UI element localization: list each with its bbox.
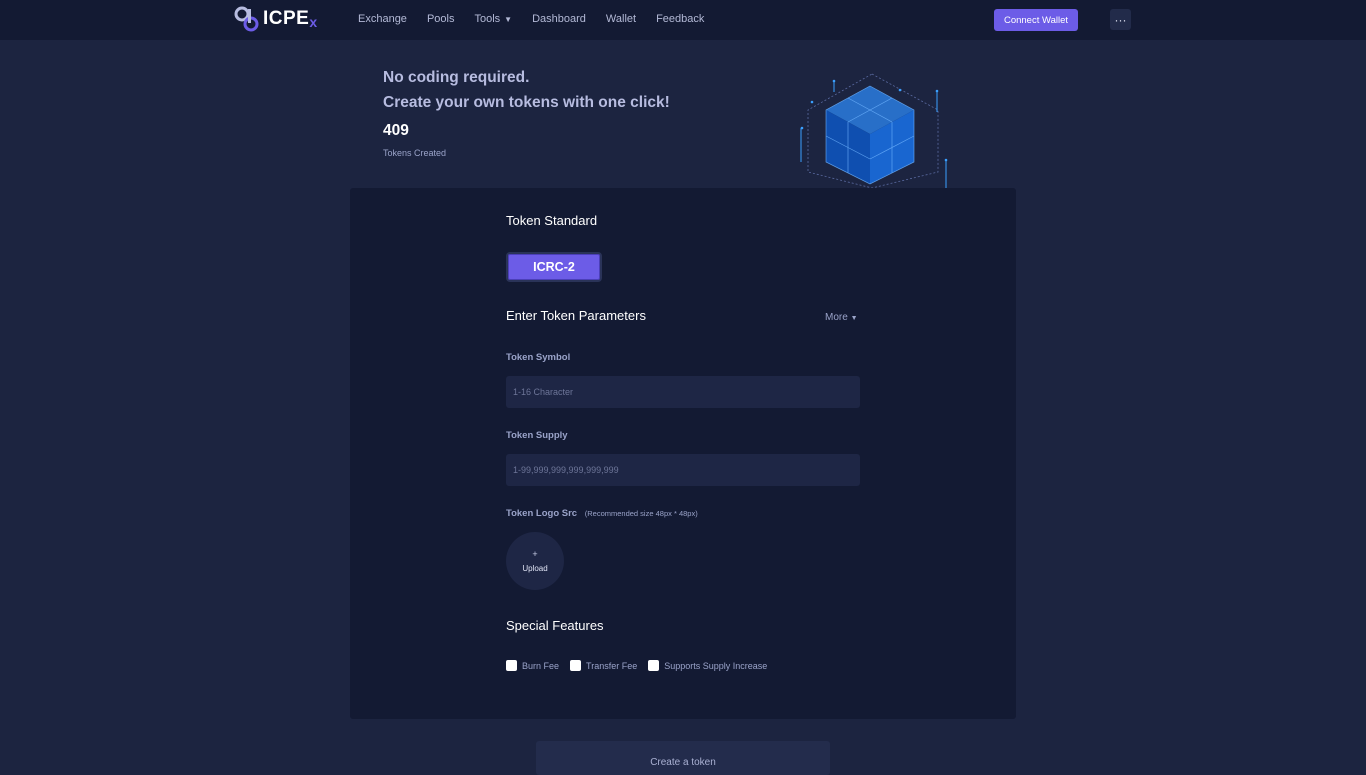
token-logo-label: Token Logo Src (Recommended size 48px * … [506,508,698,519]
special-features-title: Special Features [506,618,604,633]
burn-fee-label: Burn Fee [522,660,560,671]
nav-dashboard[interactable]: Dashboard [532,13,586,25]
token-logo-label-text: Token Logo Src [506,508,578,519]
burn-fee-option[interactable]: Burn Fee [506,660,559,671]
token-supply-input[interactable] [506,454,860,486]
upload-label: Upload [522,563,548,573]
tokens-created-label: Tokens Created [383,148,447,158]
tokens-created-count: 409 [383,122,409,139]
ellipsis-icon: ··· [1114,12,1127,27]
nav-pools[interactable]: Pools [427,13,455,25]
special-features-list: Burn Fee Transfer Fee Supports Supply In… [506,660,778,671]
logo-icon [234,6,259,32]
icrc2-standard-button[interactable]: ICRC-2 [506,252,602,282]
supply-increase-label: Supports Supply Increase [664,660,768,671]
main-nav: Exchange Pools Tools ▼ Dashboard Wallet … [358,13,724,25]
nav-tools-label: Tools [474,13,501,25]
nav-feedback[interactable]: Feedback [656,13,704,25]
supply-increase-checkbox[interactable] [648,660,660,671]
more-label: More [825,312,848,323]
caret-down-icon: ▼ [504,14,513,24]
supply-increase-option[interactable]: Supports Supply Increase [648,660,767,671]
token-standard-title: Token Standard [506,213,598,228]
create-token-button[interactable]: Create a token [536,741,830,775]
cube-illustration [800,73,948,190]
transfer-fee-checkbox[interactable] [570,660,582,671]
transfer-fee-option[interactable]: Transfer Fee [570,660,637,671]
token-symbol-label: Token Symbol [506,352,571,363]
nav-exchange[interactable]: Exchange [358,13,407,25]
burn-fee-checkbox[interactable] [506,660,517,671]
connect-wallet-button[interactable]: Connect Wallet [994,9,1078,31]
nav-wallet[interactable]: Wallet [606,13,636,25]
token-symbol-input[interactable] [506,376,860,408]
more-dropdown[interactable]: More ▼ [825,312,858,323]
top-bar: ICPEx Exchange Pools Tools ▼ Dashboard W… [0,0,1366,40]
token-logo-hint: (Recommended size 48px * 48px) [584,509,698,518]
hero-subheadline: Create your own tokens with one click! [383,94,670,111]
logo-upload-button[interactable]: + Upload [506,532,564,590]
hero-headline: No coding required. [383,69,530,86]
caret-down-icon: ▼ [850,315,858,322]
transfer-fee-label: Transfer Fee [586,660,638,671]
nav-tools[interactable]: Tools ▼ [474,13,512,25]
logo-text: ICPEx [263,8,318,30]
logo[interactable]: ICPEx [234,4,318,34]
token-supply-label: Token Supply [506,430,568,441]
token-parameters-title: Enter Token Parameters [506,308,646,323]
plus-icon: + [532,548,538,559]
more-menu-button[interactable]: ··· [1110,9,1131,30]
